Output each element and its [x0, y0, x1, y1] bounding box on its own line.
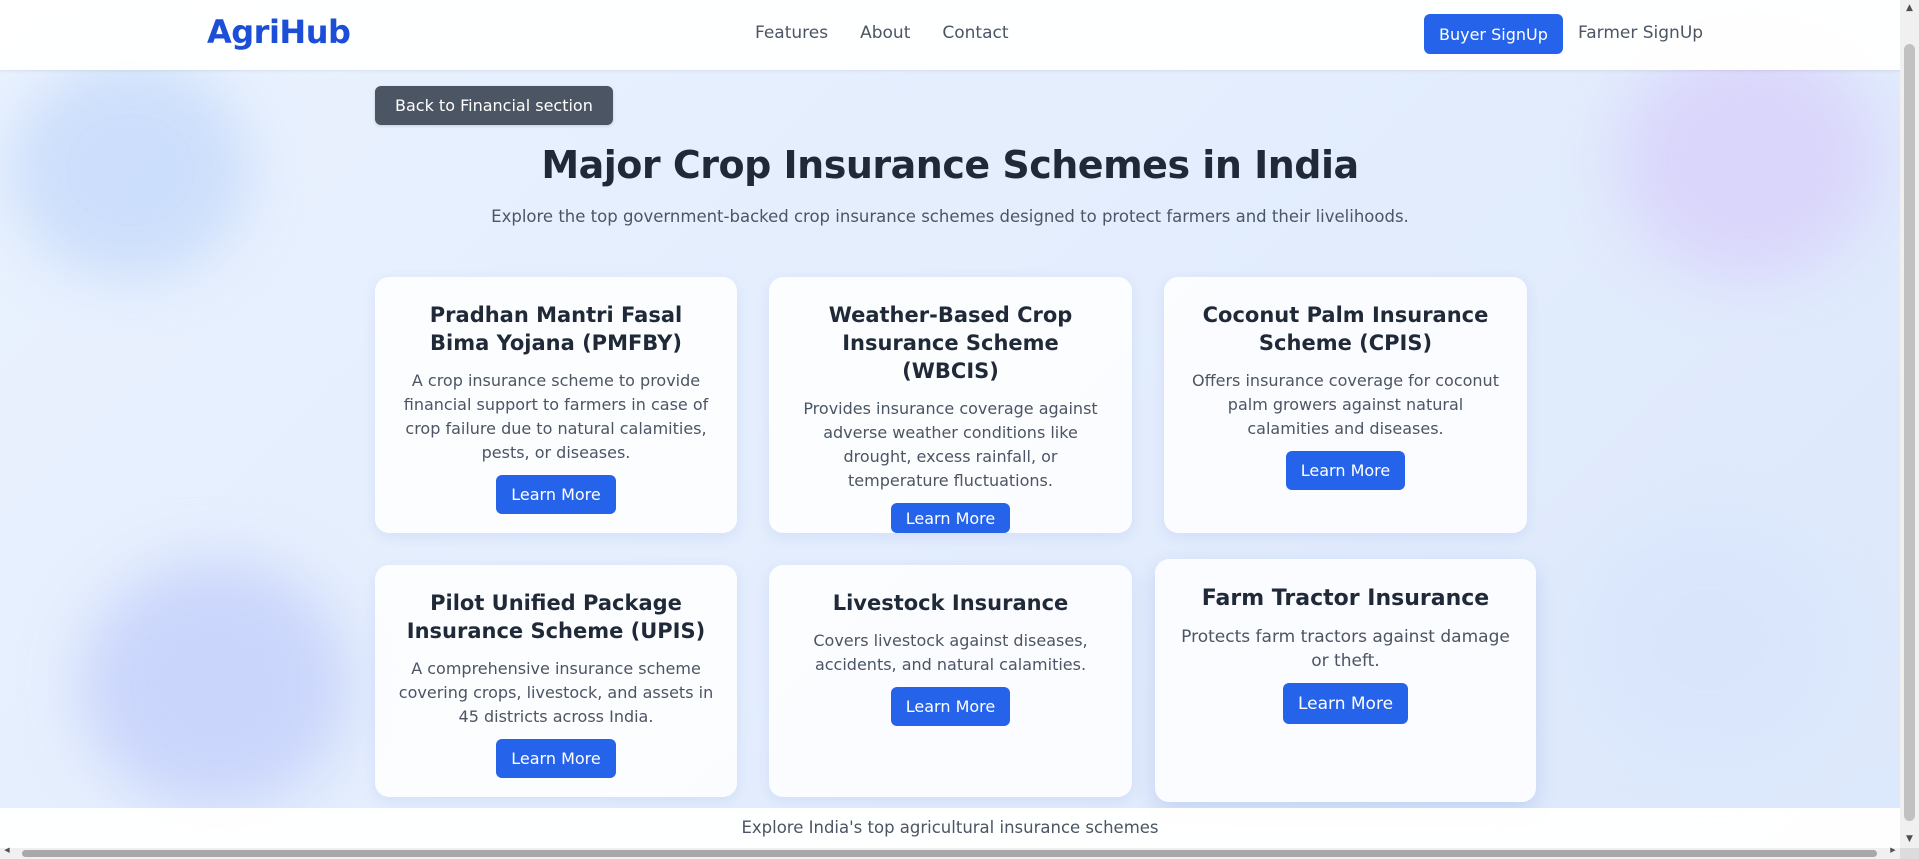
card-title: Livestock Insurance [832, 591, 1069, 615]
scheme-card-wbcis: Weather-Based Crop Insurance Scheme (WBC… [769, 277, 1132, 533]
footer: Explore India's top agricultural insuran… [0, 808, 1900, 848]
horizontal-scrollbar[interactable]: ◀ ▶ [0, 845, 1900, 859]
card-title: Farm Tractor Insurance [1201, 586, 1490, 611]
arrow-down-icon[interactable]: ▼ [1900, 831, 1919, 848]
buyer-signup-button[interactable]: Buyer SignUp [1424, 14, 1563, 54]
card-title: Weather-Based Crop Insurance Scheme (WBC… [828, 303, 1073, 383]
learn-more-button[interactable]: Learn More [890, 687, 1011, 726]
card-description: Protects farm tractors against damage or… [1181, 627, 1510, 671]
card-description: Covers livestock against diseases, accid… [813, 631, 1088, 674]
arrow-right-icon[interactable]: ▶ [1886, 845, 1900, 856]
learn-more-button[interactable]: Learn More [1282, 683, 1409, 724]
vertical-scrollbar[interactable]: ▲ ▼ [1900, 0, 1919, 848]
card-description: Offers insurance coverage for coconut pa… [1192, 371, 1499, 438]
card-title: Pilot Unified Package Insurance Scheme (… [406, 591, 706, 643]
scheme-card-upis: Pilot Unified Package Insurance Scheme (… [375, 565, 737, 797]
card-title: Pradhan Mantri Fasal Bima Yojana (PMFBY) [429, 303, 683, 355]
scheme-card-cpis: Coconut Palm Insurance Scheme (CPIS) Off… [1164, 277, 1527, 533]
background-blob [80, 560, 350, 810]
background-blob [1579, 520, 1839, 760]
learn-more-button[interactable]: Learn More [1285, 451, 1406, 490]
card-description: Provides insurance coverage against adve… [803, 399, 1098, 490]
scrollbar-corner [1900, 848, 1919, 859]
scheme-card-pmfby: Pradhan Mantri Fasal Bima Yojana (PMFBY)… [375, 277, 737, 533]
vertical-scrollbar-thumb[interactable] [1904, 44, 1915, 821]
navbar: AgriHub Features About Contact Buyer Sig… [0, 0, 1900, 70]
learn-more-button[interactable]: Learn More [496, 739, 616, 778]
arrow-left-icon[interactable]: ◀ [0, 845, 14, 856]
learn-more-button[interactable]: Learn More [890, 503, 1011, 533]
page-title: Major Crop Insurance Schemes in India [541, 143, 1359, 187]
nav-link-about[interactable]: About [860, 23, 910, 43]
arrow-up-icon[interactable]: ▲ [1900, 0, 1919, 17]
nav-links: Features About Contact [755, 23, 1009, 43]
learn-more-button[interactable]: Learn More [496, 475, 616, 514]
card-description: A comprehensive insurance scheme coverin… [398, 659, 714, 726]
farmer-signup-link[interactable]: Farmer SignUp [1578, 23, 1703, 43]
card-title: Coconut Palm Insurance Scheme (CPIS) [1202, 303, 1489, 355]
nav-link-features[interactable]: Features [755, 23, 828, 43]
footer-text: Explore India's top agricultural insuran… [741, 818, 1159, 837]
scheme-card-livestock: Livestock Insurance Covers livestock aga… [769, 565, 1132, 797]
back-to-financial-button[interactable]: Back to Financial section [375, 86, 613, 125]
nav-link-contact[interactable]: Contact [942, 23, 1008, 43]
horizontal-scrollbar-thumb[interactable] [22, 850, 1877, 857]
scheme-card-tractor: Farm Tractor Insurance Protects farm tra… [1155, 559, 1536, 802]
logo[interactable]: AgriHub [207, 13, 351, 51]
card-description: A crop insurance scheme to provide finan… [403, 371, 709, 462]
page-subtitle: Explore the top government-backed crop i… [491, 207, 1409, 226]
